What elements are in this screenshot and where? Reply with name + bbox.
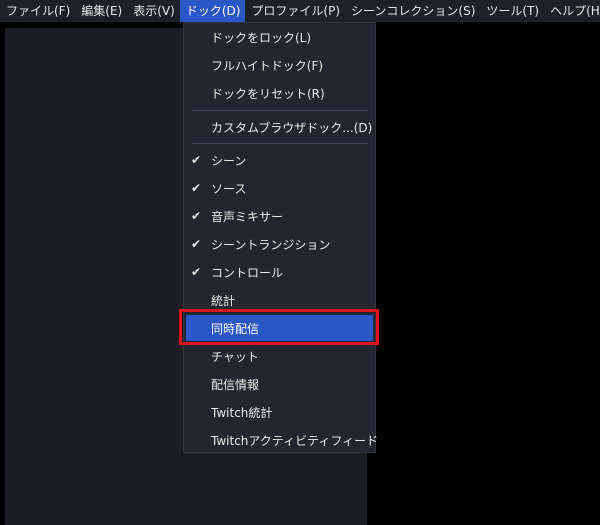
- menu-item-label: フルハイトドック(F): [211, 58, 324, 73]
- menu-item-label: コントロール: [211, 265, 284, 280]
- menu-tools[interactable]: ツール(T): [480, 0, 544, 22]
- menu-item-label: 配信情報: [211, 377, 260, 392]
- menu-item-chat[interactable]: チャット: [186, 343, 373, 369]
- menu-edit[interactable]: 編集(E): [75, 0, 127, 22]
- menu-item-scene-transitions[interactable]: ✔ シーントランジション: [186, 231, 373, 257]
- checkmark-icon: ✔: [190, 265, 202, 279]
- menu-item-audio-mixer[interactable]: ✔ 音声ミキサー: [186, 203, 373, 229]
- menu-item-twitch-stats[interactable]: Twitch統計: [186, 399, 373, 425]
- menu-item-label: 同時配信: [211, 321, 260, 336]
- menu-help[interactable]: ヘルプ(H): [544, 0, 600, 22]
- menu-item-scenes[interactable]: ✔ シーン: [186, 147, 373, 173]
- menu-item-custom-browser-docks[interactable]: カスタムブラウザドック...(D): [186, 114, 373, 140]
- menu-item-label: ドックをリセット(R): [211, 86, 325, 101]
- menu-scene-collection[interactable]: シーンコレクション(S): [345, 0, 480, 22]
- menu-item-multistream[interactable]: 同時配信: [186, 315, 373, 341]
- menu-item-label: Twitchアクティビティフィード: [211, 433, 379, 448]
- menu-profile[interactable]: プロファイル(P): [245, 0, 345, 22]
- checkmark-icon: ✔: [190, 181, 202, 195]
- menu-item-reset-docks[interactable]: ドックをリセット(R): [186, 80, 373, 106]
- menu-item-label: ドックをロック(L): [211, 30, 312, 45]
- menu-item-stats[interactable]: 統計: [186, 287, 373, 313]
- menu-item-label: 統計: [211, 293, 236, 308]
- menu-view[interactable]: 表示(V): [127, 0, 180, 22]
- menu-item-label: ソース: [211, 181, 247, 196]
- menu-dock[interactable]: ドック(D): [179, 0, 246, 22]
- menu-item-lock-docks[interactable]: ドックをロック(L): [186, 24, 373, 50]
- menu-item-label: 音声ミキサー: [211, 209, 284, 224]
- menu-item-label: シーントランジション: [211, 237, 331, 252]
- menu-item-full-height-docks[interactable]: フルハイトドック(F): [186, 52, 373, 78]
- menu-item-label: チャット: [211, 349, 259, 364]
- menu-item-sources[interactable]: ✔ ソース: [186, 175, 373, 201]
- checkmark-icon: ✔: [190, 209, 202, 223]
- menu-item-controls[interactable]: ✔ コントロール: [186, 259, 373, 285]
- menu-separator: [192, 143, 368, 144]
- menu-item-label: Twitch統計: [211, 405, 273, 420]
- menu-file[interactable]: ファイル(F): [0, 0, 75, 22]
- menu-item-label: カスタムブラウザドック...(D): [211, 120, 373, 135]
- menu-item-label: シーン: [211, 153, 247, 168]
- menu-item-stream-info[interactable]: 配信情報: [186, 371, 373, 397]
- dock-dropdown-menu: ドックをロック(L) フルハイトドック(F) ドックをリセット(R) カスタムブ…: [183, 22, 378, 453]
- menu-bar: ファイル(F) 編集(E) 表示(V) ドック(D) プロファイル(P) シーン…: [0, 0, 600, 22]
- menu-separator: [192, 110, 368, 111]
- checkmark-icon: ✔: [190, 153, 202, 167]
- menu-item-twitch-activity-feed[interactable]: Twitchアクティビティフィード: [186, 427, 378, 453]
- checkmark-icon: ✔: [190, 237, 202, 251]
